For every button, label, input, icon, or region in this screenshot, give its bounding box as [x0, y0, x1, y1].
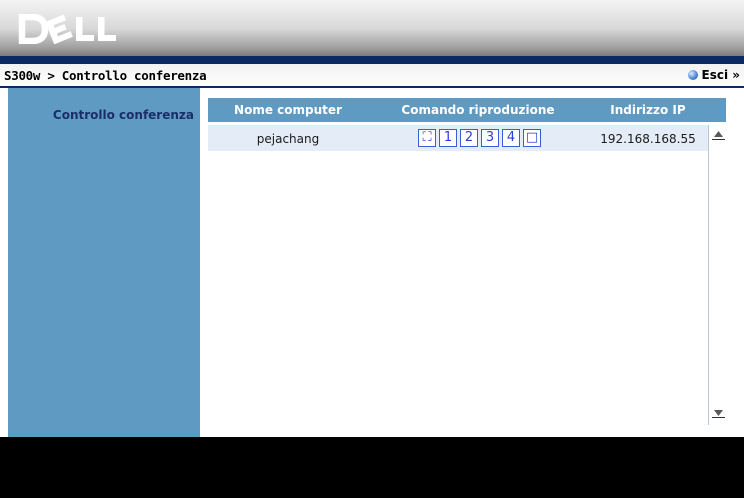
header-banner	[0, 0, 744, 64]
breadcrumb: S300w > Controllo conferenza	[4, 68, 207, 83]
logout-button[interactable]: Esci »	[687, 68, 741, 82]
scrollbar[interactable]	[708, 125, 727, 425]
scroll-up-icon[interactable]	[712, 129, 725, 140]
split-2-button[interactable]: 2	[460, 129, 478, 147]
table-header: Nome computer Comando riproduzione Indir…	[208, 98, 726, 122]
column-header-playback-command: Comando riproduzione	[401, 103, 555, 117]
computer-name-cell: pejachang	[256, 132, 320, 146]
title-bar: S300w > Controllo conferenza Esci »	[0, 64, 744, 88]
table-row: pejachang ⛶ 1 2 3 4 □ 192.168.168.55	[208, 125, 708, 151]
split-1-button[interactable]: 1	[439, 129, 457, 147]
split-4-button[interactable]: 4	[502, 129, 520, 147]
scroll-down-icon[interactable]	[712, 407, 725, 418]
column-header-ip-address: Indirizzo IP	[610, 103, 686, 117]
sidebar: Controllo conferenza	[8, 88, 200, 437]
header-stripe	[0, 56, 744, 64]
logout-label: Esci »	[701, 68, 741, 82]
logout-dot-icon	[687, 70, 698, 80]
dell-logo-graphic	[18, 13, 116, 45]
stop-button[interactable]: □	[523, 129, 541, 147]
dell-logo	[18, 13, 128, 48]
sidebar-item-conference-control[interactable]: Controllo conferenza	[53, 108, 194, 122]
playback-controls: ⛶ 1 2 3 4 □	[418, 129, 541, 147]
ip-address-cell: 192.168.168.55	[600, 132, 696, 146]
column-header-computer-name: Nome computer	[234, 103, 342, 117]
footer-bar	[0, 437, 744, 498]
split-3-button[interactable]: 3	[481, 129, 499, 147]
main-content: Nome computer Comando riproduzione Indir…	[200, 88, 736, 437]
fullscreen-button[interactable]: ⛶	[418, 129, 436, 147]
